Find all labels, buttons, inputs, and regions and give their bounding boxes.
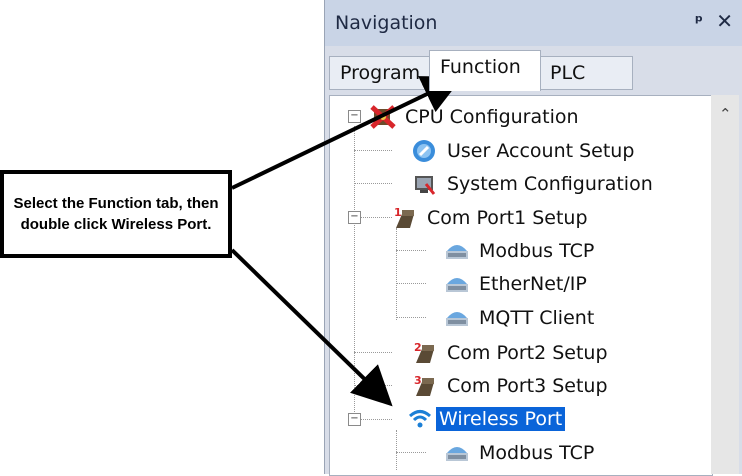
tree-item-modbus-tcp-wireless[interactable]: Modbus TCP (444, 438, 597, 468)
tree-line (396, 283, 426, 284)
tab-plc-label: PLC (550, 62, 586, 84)
tree-item-user-account-setup[interactable]: User Account Setup (412, 136, 637, 166)
tree-item-mqtt-client[interactable]: MQTT Client (444, 303, 597, 333)
com-port-3-icon: 3 (412, 374, 436, 398)
tree-line (396, 250, 426, 251)
panel-title: Navigation (335, 12, 438, 34)
tree-line (396, 430, 397, 470)
network-icon (444, 239, 468, 263)
tree-item-ethernet-ip[interactable]: EtherNet/IP (444, 269, 590, 299)
collapse-toggle[interactable]: − (348, 413, 361, 426)
tree-item-label: Com Port3 Setup (447, 375, 608, 397)
com-port-2-icon: 2 (412, 341, 436, 365)
scroll-up-icon[interactable]: ⌃ (719, 105, 732, 123)
tree-item-modbus-tcp[interactable]: Modbus TCP (444, 236, 597, 266)
tab-plc[interactable]: PLC (539, 56, 633, 90)
tree-line (360, 419, 392, 420)
tree-item-label: EtherNet/IP (479, 273, 587, 295)
tree-item-com-port2-setup[interactable]: 2 Com Port2 Setup (392, 338, 611, 368)
pin-icon[interactable]: ᵖ (695, 12, 703, 32)
tree-line (354, 385, 392, 386)
tree-item-label: CPU Configuration (405, 106, 579, 128)
svg-text:1: 1 (394, 206, 402, 219)
com-port-1-icon: 1 (392, 206, 416, 230)
tree-line (396, 452, 426, 453)
tree-item-label: Modbus TCP (479, 240, 595, 262)
tree-item-label: System Configuration (447, 173, 653, 195)
instruction-callout: Select the Function tab, then double cli… (0, 170, 232, 258)
tree-line (354, 150, 392, 151)
tree-item-label: Com Port1 Setup (427, 207, 588, 229)
vertical-scrollbar[interactable]: ⌃ (711, 95, 739, 474)
tree-item-label: MQTT Client (479, 307, 595, 329)
tree-item-com-port1-setup[interactable]: 1 Com Port1 Setup (370, 203, 591, 233)
tree-line (354, 352, 392, 353)
wifi-icon (408, 407, 432, 431)
tree-item-cpu-configuration[interactable]: CPU Configuration (370, 102, 582, 132)
tree-item-system-configuration[interactable]: System Configuration (412, 169, 656, 199)
tab-program[interactable]: Program (329, 56, 431, 90)
tree-line (396, 228, 397, 320)
panel-titlebar: Navigation ᵖ ✕ (325, 0, 742, 46)
network-icon (444, 272, 468, 296)
callout-text: Select the Function tab, then double cli… (13, 195, 219, 233)
tree-line (354, 183, 392, 184)
tree-line (354, 126, 355, 426)
tree-item-label: User Account Setup (447, 140, 635, 162)
collapse-toggle[interactable]: − (348, 211, 361, 224)
tree-item-label: Com Port2 Setup (447, 342, 608, 364)
function-tree[interactable]: − − − CPU Configuration User Account Set… (329, 95, 713, 476)
svg-text:2: 2 (414, 341, 422, 354)
network-icon (444, 441, 468, 465)
cpu-tools-icon (370, 105, 396, 129)
collapse-toggle[interactable]: − (348, 110, 361, 123)
tab-function-label: Function (440, 56, 521, 78)
network-icon (444, 306, 468, 330)
tree-item-label: Modbus TCP (479, 442, 595, 464)
tree-line (396, 317, 426, 318)
close-icon[interactable]: ✕ (716, 9, 733, 33)
tab-program-label: Program (340, 62, 421, 84)
tree-item-com-port3-setup[interactable]: 3 Com Port3 Setup (392, 371, 611, 401)
tree-item-label: Wireless Port (436, 407, 566, 431)
system-config-icon (412, 172, 436, 196)
tree-item-wireless-port[interactable]: Wireless Port (392, 404, 566, 434)
tab-strip: Program Function PLC (325, 46, 742, 94)
svg-text:3: 3 (414, 374, 422, 387)
tab-function[interactable]: Function (429, 50, 541, 91)
navigation-panel: Navigation ᵖ ✕ Program Function PLC − − … (324, 0, 742, 476)
user-account-icon (412, 139, 436, 163)
